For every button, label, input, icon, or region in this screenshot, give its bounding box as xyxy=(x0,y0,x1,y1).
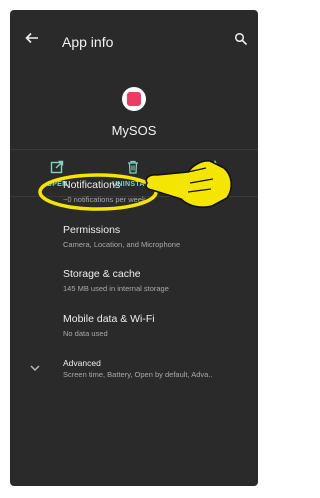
back-arrow-icon[interactable] xyxy=(24,30,40,46)
screen: App info MySOS OPEN UNINSTALL STOP Notif… xyxy=(10,10,258,486)
settings-item-storage[interactable]: Storage & cache 145 MB used in internal … xyxy=(10,268,258,308)
item-subtitle: No data used xyxy=(63,329,108,338)
open-icon xyxy=(50,160,64,174)
chevron-down-icon xyxy=(30,365,40,371)
page-title: App info xyxy=(62,34,114,50)
app-icon xyxy=(122,87,146,111)
settings-item-notifications[interactable]: Notifications ~0 notifications per week xyxy=(10,179,258,219)
divider xyxy=(10,149,258,150)
settings-item-mobile-data[interactable]: Mobile data & Wi-Fi No data used xyxy=(10,313,258,353)
search-icon[interactable] xyxy=(234,32,248,46)
item-title: Advanced xyxy=(63,358,101,368)
item-subtitle: Screen time, Battery, Open by default, A… xyxy=(63,370,213,379)
item-title: Mobile data & Wi-Fi xyxy=(63,313,155,325)
item-subtitle: ~0 notifications per week xyxy=(63,195,146,204)
item-subtitle: 145 MB used in internal storage xyxy=(63,284,169,293)
warning-icon xyxy=(208,160,222,174)
settings-item-permissions[interactable]: Permissions Camera, Location, and Microp… xyxy=(10,224,258,264)
item-title: Notifications xyxy=(63,179,121,191)
item-subtitle: Camera, Location, and Microphone xyxy=(63,240,181,249)
settings-item-advanced[interactable]: Advanced Screen time, Battery, Open by d… xyxy=(10,358,258,398)
item-title: Permissions xyxy=(63,224,121,236)
app-name: MySOS xyxy=(111,123,157,138)
app-bar: App info xyxy=(10,10,258,70)
trash-icon xyxy=(128,160,138,174)
item-title: Storage & cache xyxy=(63,268,141,280)
